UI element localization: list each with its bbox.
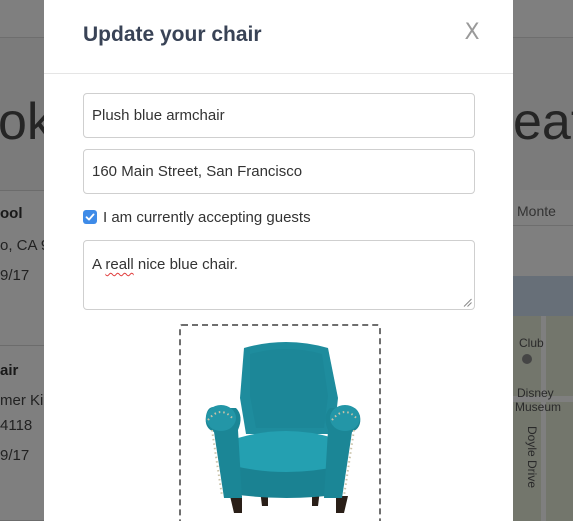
description-text-start: A bbox=[92, 256, 106, 273]
description-text-end: nice blue chair. bbox=[133, 256, 238, 273]
description-misspelled-word: reall bbox=[105, 256, 134, 273]
photo-dropzone[interactable] bbox=[179, 324, 381, 521]
chair-name-input[interactable] bbox=[83, 93, 475, 138]
modal-header: Update your chair X bbox=[44, 0, 513, 74]
update-chair-modal: Update your chair X I am currently accep… bbox=[44, 0, 513, 521]
address-input[interactable] bbox=[83, 149, 475, 194]
close-button[interactable]: X bbox=[462, 20, 482, 46]
accepting-guests-row[interactable]: I am currently accepting guests bbox=[83, 207, 311, 227]
accepting-guests-label: I am currently accepting guests bbox=[103, 208, 311, 226]
modal-title: Update your chair bbox=[83, 23, 262, 46]
checkmark-icon bbox=[85, 213, 95, 221]
description-textarea[interactable]: A reall nice blue chair. bbox=[83, 240, 475, 310]
chair-photo bbox=[205, 342, 361, 513]
resize-grip-icon[interactable] bbox=[463, 298, 472, 307]
accepting-guests-checkbox[interactable] bbox=[83, 210, 97, 224]
